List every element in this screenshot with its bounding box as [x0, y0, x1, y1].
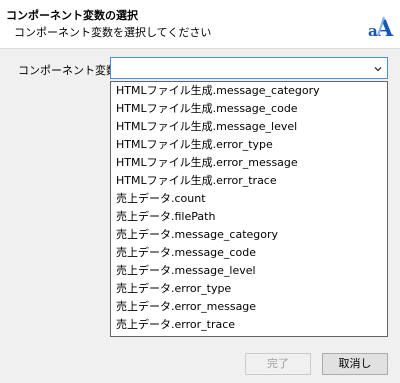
- dialog-subtitle: コンポーネント変数を選択してください: [14, 26, 212, 39]
- dropdown-option[interactable]: HTMLファイル生成.message_level: [111, 118, 387, 136]
- dropdown-option[interactable]: 売上データ.error_trace: [111, 316, 387, 334]
- dropdown-option[interactable]: HTMLファイル生成.error_trace: [111, 172, 387, 190]
- dropdown-option[interactable]: 売上データ.error_type: [111, 280, 387, 298]
- dropdown-option[interactable]: 売上データ.count: [111, 190, 387, 208]
- dropdown-option[interactable]: HTMLファイル生成.message_code: [111, 100, 387, 118]
- dropdown-option[interactable]: HTMLファイル生成.message_category: [111, 82, 387, 100]
- component-variable-label: コンポーネント変数: [18, 64, 117, 77]
- app-logo-icon: a A: [368, 16, 394, 39]
- dropdown-option[interactable]: 売上データ.error_message: [111, 298, 387, 316]
- dropdown-option[interactable]: HTMLファイル生成.error_message: [111, 154, 387, 172]
- complete-button[interactable]: 完了: [245, 353, 311, 375]
- dropdown-option[interactable]: HTMLファイル生成.error_type: [111, 136, 387, 154]
- chevron-down-icon[interactable]: [373, 64, 383, 74]
- component-variable-select[interactable]: [110, 57, 388, 79]
- dropdown-option[interactable]: 売上データ.filePath: [111, 208, 387, 226]
- dropdown-list: HTMLファイル生成.message_category HTMLファイル生成.me…: [110, 81, 388, 337]
- dialog-header: コンポーネント変数の選択 コンポーネント変数を選択してください a A: [0, 0, 400, 49]
- dropdown-option[interactable]: 売上データ.message_category: [111, 226, 387, 244]
- cancel-button[interactable]: 取消し: [322, 353, 388, 375]
- dialog-title: コンポーネント変数の選択: [6, 9, 138, 22]
- dropdown-option[interactable]: 売上データ.message_level: [111, 262, 387, 280]
- dropdown-option[interactable]: 売上データ.message_code: [111, 244, 387, 262]
- component-variable-dialog: コンポーネント変数の選択 コンポーネント変数を選択してください a A コンポー…: [0, 0, 400, 383]
